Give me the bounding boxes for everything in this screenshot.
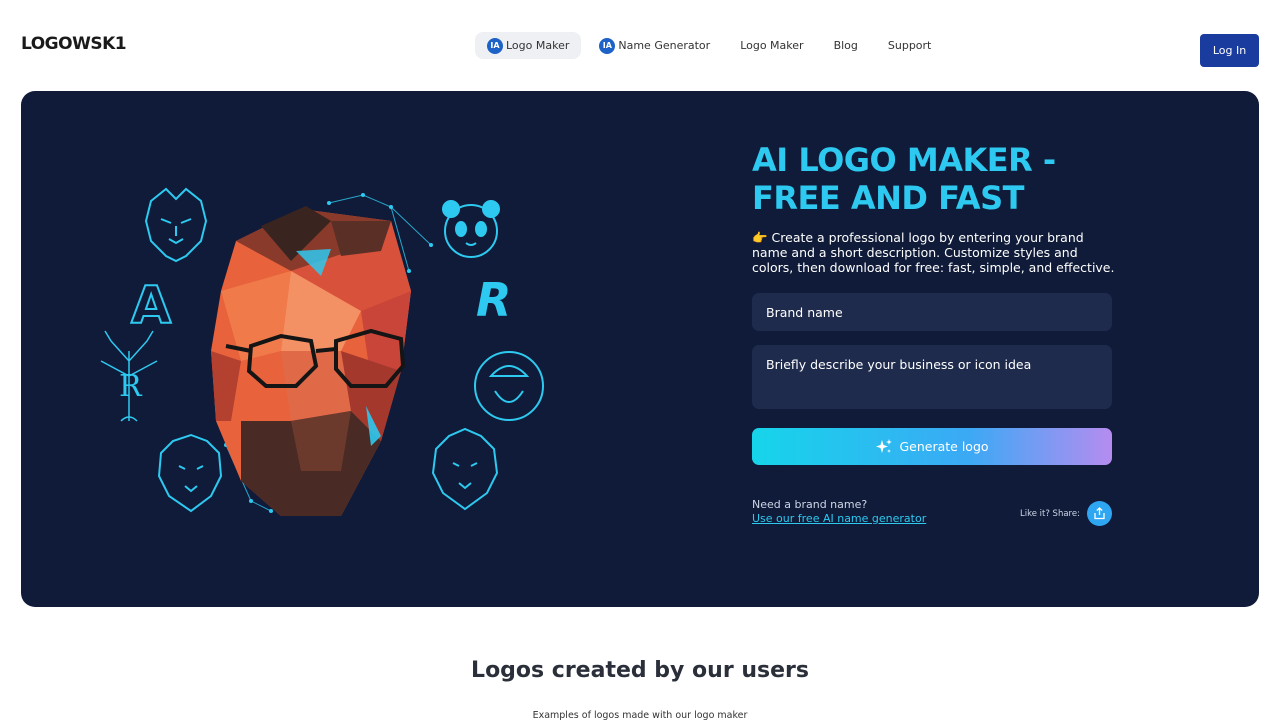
- nav-ai-logo-maker[interactable]: IA Logo Maker: [475, 32, 582, 59]
- nav-blog[interactable]: Blog: [822, 32, 870, 59]
- share-button[interactable]: [1087, 501, 1112, 526]
- generate-logo-button[interactable]: Generate logo: [752, 428, 1112, 465]
- lowpoly-face: [211, 206, 411, 516]
- nav-label: Support: [887, 39, 932, 52]
- tree-monogram-logo-icon: R: [100, 330, 158, 422]
- nav-name-generator[interactable]: IA Name Generator: [587, 32, 722, 59]
- worker-badge-logo-icon: [474, 351, 544, 421]
- site-header: LOGOWSK1 IA Logo Maker IA Name Generator…: [0, 0, 1280, 91]
- section-title: Logos created by our users: [471, 658, 809, 683]
- hero-section: A R R AI LOGO MAKER - FREE AND FAST �: [21, 91, 1259, 607]
- generate-logo-label: Generate logo: [899, 439, 989, 454]
- hero-illustration: A R R: [100, 187, 544, 516]
- ia-badge-icon: IA: [599, 37, 616, 54]
- nav-support[interactable]: Support: [876, 32, 943, 59]
- lion-logo-icon: [157, 433, 223, 513]
- lion-logo-icon: [431, 427, 499, 511]
- sparkle-icon: [876, 438, 893, 453]
- brand-name-input[interactable]: Brand name: [752, 293, 1112, 331]
- letter-r-logo-icon: R: [476, 273, 511, 327]
- nav-label: Name Generator: [618, 39, 711, 52]
- login-button[interactable]: Log In: [1200, 34, 1259, 67]
- nav-label: Logo Maker: [506, 39, 570, 52]
- svg-text:R: R: [119, 369, 143, 404]
- svg-text:R: R: [476, 273, 511, 327]
- tiger-logo-icon: [144, 187, 208, 263]
- hero-description: 👉 Create a professional logo by entering…: [752, 230, 1115, 275]
- need-brand-name-text: Need a brand name?: [752, 498, 868, 511]
- business-description-input[interactable]: Briefly describe your business or icon i…: [752, 345, 1112, 409]
- share-icon: [1094, 507, 1105, 520]
- ia-badge-icon: IA: [487, 37, 503, 54]
- letter-a-logo-icon: A: [130, 275, 172, 337]
- panda-logo-icon: [442, 200, 500, 258]
- nav-label: Logo Maker: [740, 39, 804, 52]
- share-prompt: Like it? Share:: [1020, 509, 1080, 519]
- nav-logo-maker[interactable]: Logo Maker: [728, 32, 815, 59]
- section-subtitle: Examples of logos made with our logo mak…: [532, 710, 748, 721]
- hero-headline: AI LOGO MAKER - FREE AND FAST: [752, 141, 1056, 217]
- main-nav: IA Logo Maker IA Name Generator Logo Mak…: [475, 32, 943, 59]
- nav-label: Blog: [833, 39, 858, 52]
- name-generator-link[interactable]: Use our free AI name generator: [752, 512, 926, 525]
- brand-logo[interactable]: LOGOWSK1: [21, 34, 127, 54]
- svg-text:A: A: [131, 276, 171, 336]
